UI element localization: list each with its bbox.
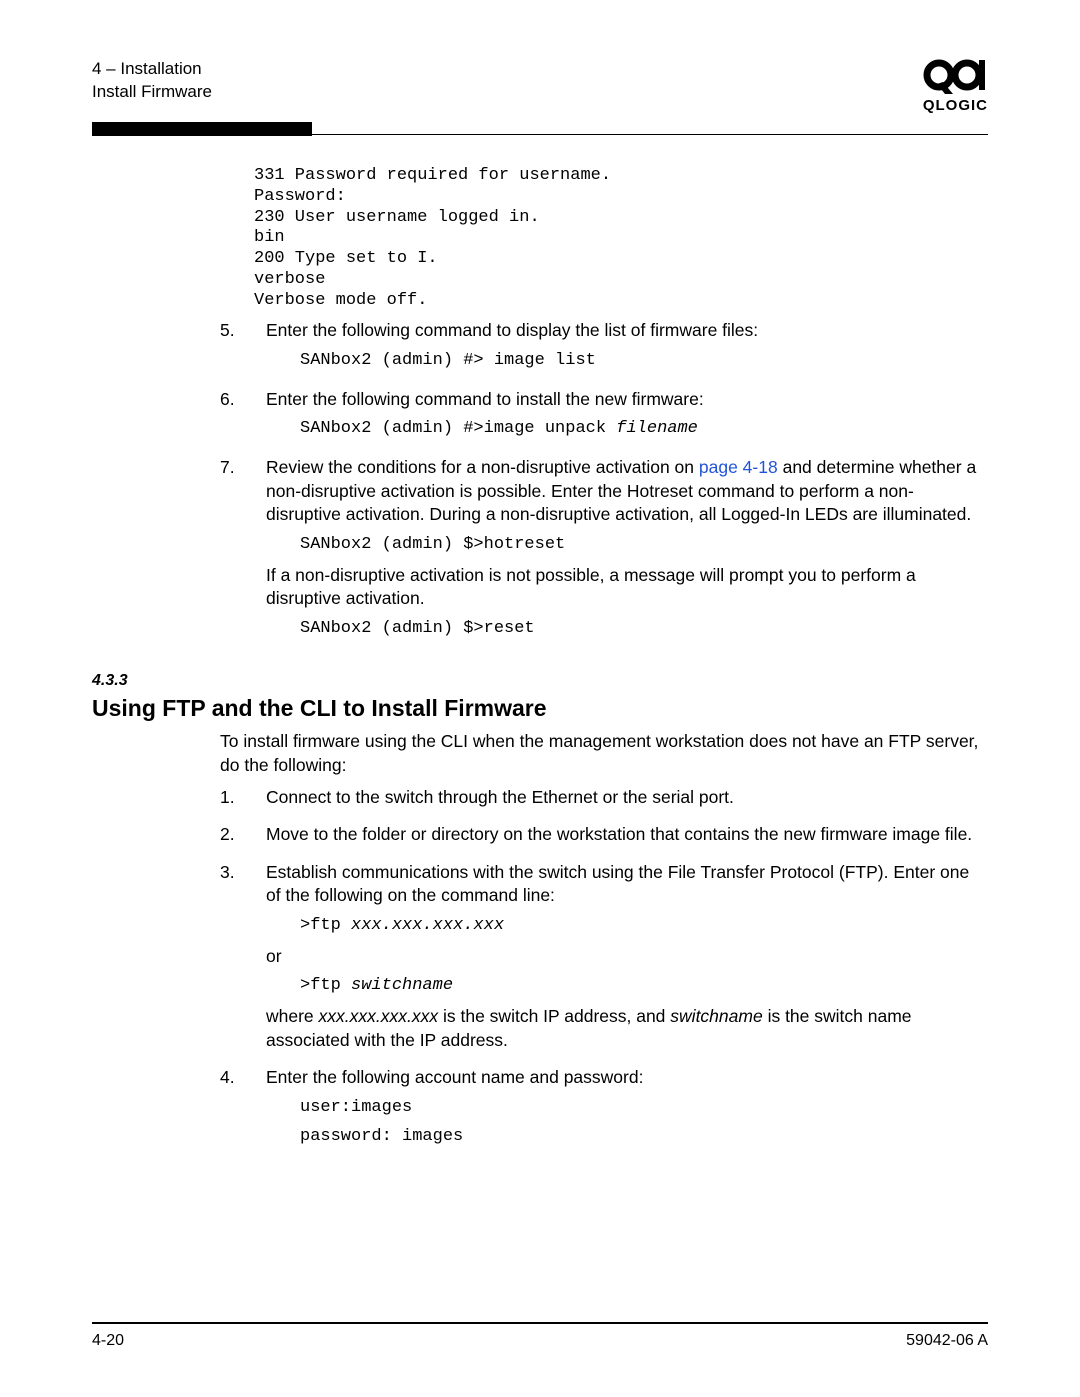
step-4: 4. Enter the following account name and … xyxy=(220,1066,988,1155)
step-number: 6. xyxy=(220,388,266,448)
code-block: SANbox2 (admin) $>reset xyxy=(300,619,988,640)
step-text: where xxx.xxx.xxx.xxx is the switch IP a… xyxy=(266,1005,988,1052)
chapter-label: 4 – Installation xyxy=(92,58,212,81)
step-text: If a non-disruptive activation is not po… xyxy=(266,564,988,611)
step-number: 7. xyxy=(220,456,266,648)
section-intro: To install firmware using the CLI when t… xyxy=(220,730,988,777)
or-label: or xyxy=(266,945,988,969)
section-label: Install Firmware xyxy=(92,81,212,104)
step-number: 4. xyxy=(220,1066,266,1155)
page-header: 4 – Installation Install Firmware QLOGIC xyxy=(92,58,988,116)
step-7: 7. Review the conditions for a non-disru… xyxy=(220,456,988,648)
code-block: SANbox2 (admin) #> image list xyxy=(300,351,988,372)
step-text: Review the conditions for a non-disrupti… xyxy=(266,456,988,527)
page-footer: 4-20 59042-06 A xyxy=(92,1322,988,1352)
step-number: 2. xyxy=(220,823,266,853)
code-block: >ftp switchname xyxy=(300,976,988,997)
step-2: 2. Move to the folder or directory on th… xyxy=(220,823,988,853)
qlogic-logo: QLOGIC xyxy=(923,58,988,116)
header-left: 4 – Installation Install Firmware xyxy=(92,58,212,104)
step-text: Establish communications with the switch… xyxy=(266,861,988,908)
step-text: Enter the following account name and pas… xyxy=(266,1066,988,1090)
header-rule xyxy=(92,122,988,136)
page-link[interactable]: page 4-18 xyxy=(699,457,778,477)
page-number: 4-20 xyxy=(92,1330,124,1352)
code-block: password: images xyxy=(300,1127,988,1148)
qlogic-logo-icon xyxy=(923,58,987,94)
code-block: user:images xyxy=(300,1098,988,1119)
page-content: 331 Password required for username. Pass… xyxy=(220,166,988,1155)
qlogic-logo-text: QLOGIC xyxy=(923,96,988,116)
step-number: 1. xyxy=(220,786,266,816)
code-block: >ftp xxx.xxx.xxx.xxx xyxy=(300,916,988,937)
section-title: Using FTP and the CLI to Install Firmwar… xyxy=(92,693,988,724)
step-number: 3. xyxy=(220,861,266,1059)
doc-id: 59042-06 A xyxy=(906,1330,988,1352)
step-6: 6. Enter the following command to instal… xyxy=(220,388,988,448)
step-text: Enter the following command to install t… xyxy=(266,388,988,412)
step-text: Move to the folder or directory on the w… xyxy=(266,823,988,847)
code-block: SANbox2 (admin) $>hotreset xyxy=(300,535,988,556)
code-block: SANbox2 (admin) #>image unpack filename xyxy=(300,419,988,440)
step-5: 5. Enter the following command to displa… xyxy=(220,319,988,379)
step-text: Connect to the switch through the Ethern… xyxy=(266,786,988,810)
step-number: 5. xyxy=(220,319,266,379)
section-number: 4.3.3 xyxy=(92,670,988,692)
step-text: Enter the following command to display t… xyxy=(266,319,988,343)
step-1: 1. Connect to the switch through the Eth… xyxy=(220,786,988,816)
step-3: 3. Establish communications with the swi… xyxy=(220,861,988,1059)
code-block: 331 Password required for username. Pass… xyxy=(254,166,988,311)
